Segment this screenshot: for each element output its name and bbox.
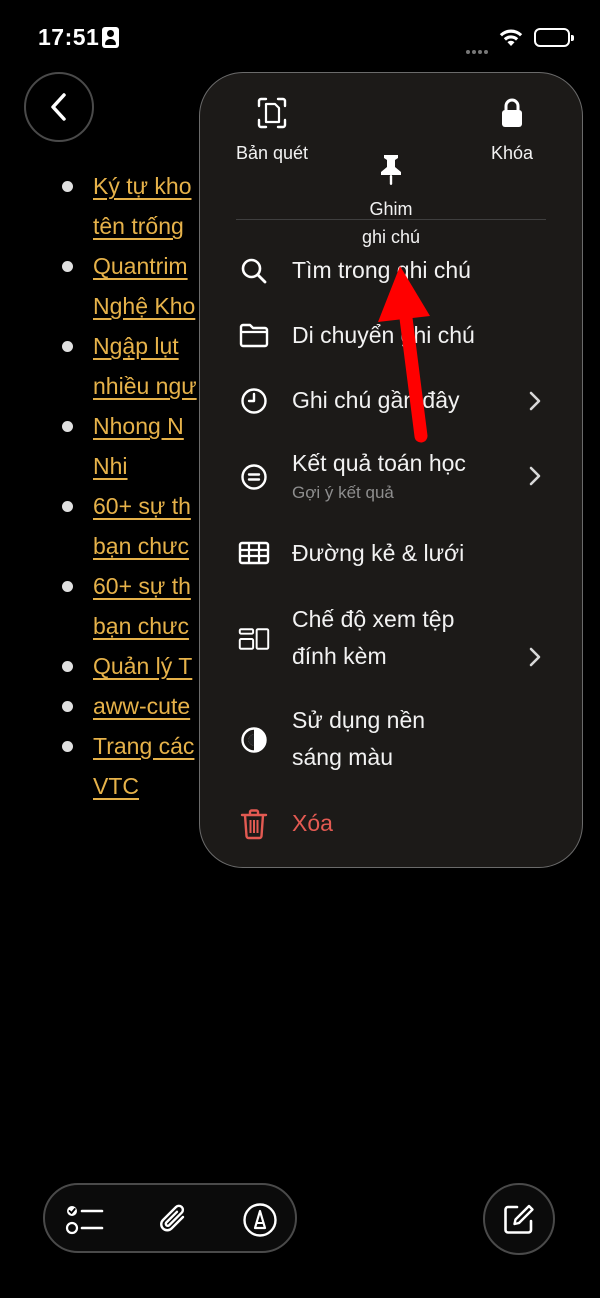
compose-button[interactable] (483, 1183, 555, 1255)
move-note-item[interactable]: Di chuyển ghi chú (200, 314, 582, 358)
lock-button[interactable]: Khóa (472, 97, 552, 167)
trash-icon (240, 809, 268, 840)
pin-note-button[interactable]: Ghim ghi chú (341, 97, 441, 251)
pin-note-label: Ghim ghi chú (361, 199, 421, 247)
math-equals-icon (241, 464, 267, 490)
folder-icon (239, 323, 269, 348)
scan-label: Bản quét (235, 143, 309, 163)
scan-button[interactable]: Bản quét (224, 97, 320, 167)
lock-label: Khóa (490, 143, 534, 163)
attach-button[interactable] (156, 1202, 192, 1238)
id-card-icon (102, 27, 119, 48)
bottom-toolbar (43, 1183, 297, 1253)
compose-icon (504, 1204, 534, 1234)
checklist-icon (65, 1206, 104, 1235)
light-background-item[interactable]: Sử dụng nền sáng màu (200, 702, 582, 778)
attachment-view-item[interactable]: Chế độ xem tệp đính kèm (200, 601, 582, 677)
grid-icon (238, 541, 270, 565)
menu-item-label: Sử dụng nền sáng màu (292, 707, 426, 770)
wifi-icon (499, 29, 523, 46)
checklist-button[interactable] (65, 1202, 104, 1238)
pin-icon (381, 155, 401, 185)
status-bar: 17:51 (0, 0, 600, 70)
lines-grids-item[interactable]: Đường kẻ & lưới (200, 532, 582, 576)
menu-item-label: Ghi chú gần đây (292, 387, 460, 413)
find-in-note-item[interactable]: Tìm trong ghi chú (200, 249, 582, 293)
paperclip-icon (160, 1204, 185, 1232)
menu-item-label: Tìm trong ghi chú (292, 257, 471, 283)
menu-divider (236, 219, 546, 220)
note-options-menu: Bản quét Ghim ghi chú Khóa Tìm trong ghi… (199, 72, 583, 868)
delete-note-item[interactable]: Xóa (200, 802, 582, 846)
recent-notes-item[interactable]: Ghi chú gần đây (200, 379, 582, 423)
menu-item-sublabel: Gợi ý kết quả (292, 483, 394, 502)
chevron-right-icon (529, 647, 541, 667)
search-icon (241, 258, 267, 284)
menu-item-label: Di chuyển ghi chú (292, 322, 475, 348)
clock-icon (241, 388, 267, 414)
menu-item-label: Đường kẻ & lưới (292, 540, 465, 566)
math-results-item[interactable]: Kết quả toán học Gợi ý kết quả (200, 445, 582, 509)
chevron-left-icon (51, 93, 66, 121)
back-button[interactable] (24, 72, 94, 142)
attachment-view-icon (238, 628, 270, 650)
battery-icon (534, 28, 574, 47)
menu-item-label: Chế độ xem tệp đính kèm (292, 606, 455, 669)
contrast-icon (241, 727, 267, 753)
markup-button[interactable] (242, 1202, 278, 1238)
markup-pen-icon (243, 1203, 277, 1237)
menu-item-label: Kết quả toán học (292, 450, 466, 476)
chevron-right-icon (529, 391, 541, 411)
chevron-right-icon (529, 466, 541, 486)
cellular-signal-icon (466, 41, 490, 59)
menu-top-actions: Bản quét Ghim ghi chú Khóa (200, 73, 582, 247)
status-time: 17:51 (38, 24, 100, 50)
lock-icon (502, 98, 522, 127)
scan-document-icon (257, 97, 287, 129)
menu-item-label: Xóa (292, 810, 333, 836)
